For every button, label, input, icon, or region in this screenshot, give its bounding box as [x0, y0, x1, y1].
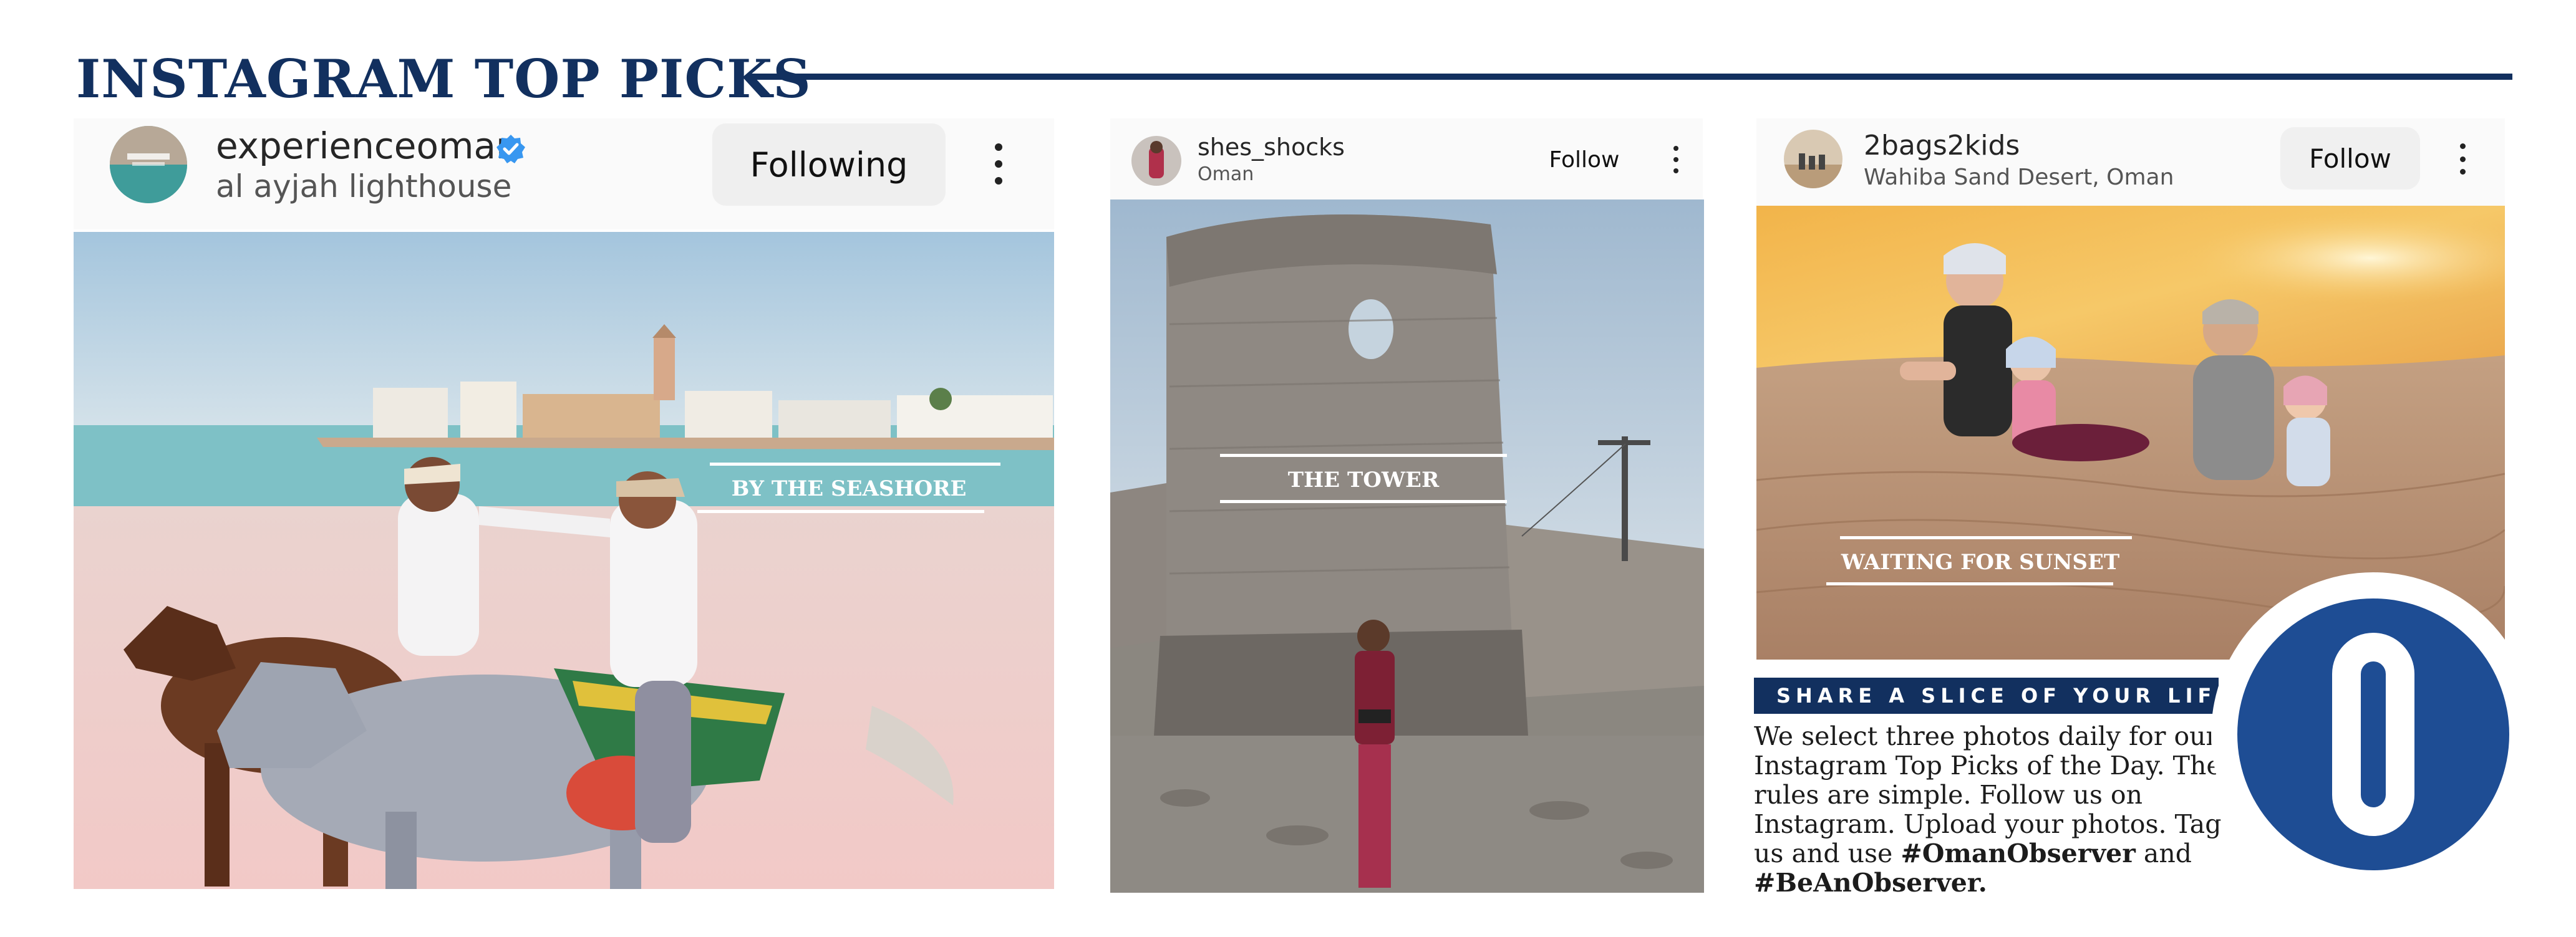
- post-2-follow-button[interactable]: Follow: [1541, 141, 1628, 178]
- post-2-avatar-image: [1131, 136, 1181, 186]
- caption-rule: [1220, 500, 1507, 503]
- post-2-header: shes_shocks Oman Follow: [1110, 118, 1703, 199]
- post-1-header: experienceoman al ayjah lighthouse Follo…: [74, 118, 1054, 229]
- share-body-text: We select three photos daily for our Ins…: [1754, 722, 2240, 898]
- post-3-location[interactable]: Wahiba Sand Desert, Oman: [1864, 165, 2174, 190]
- post-1-caption: BY THE SEASHORE: [697, 454, 1000, 522]
- post-2-photo[interactable]: [1110, 199, 1704, 893]
- hashtag-omanobserver[interactable]: #OmanObserver: [1901, 838, 2136, 868]
- caption-rule: [710, 463, 1000, 466]
- more-options-icon[interactable]: [1672, 146, 1680, 173]
- post-2-avatar[interactable]: [1131, 136, 1181, 186]
- share-text-2: and: [2143, 838, 2192, 868]
- more-options-icon[interactable]: [992, 143, 1005, 185]
- post-1-avatar-image: [110, 126, 187, 203]
- share-banner: SHARE A SLICE OF YOUR LIFE: [1754, 678, 2230, 714]
- logo-letter-o: [2332, 633, 2414, 836]
- hashtag-beanobserver[interactable]: #BeAnObserver.: [1754, 868, 1987, 898]
- post-3-username[interactable]: 2bags2kids: [1864, 130, 2020, 161]
- caption-rule: [1826, 582, 2113, 585]
- post-2-caption-text: THE TOWER: [1287, 468, 1440, 493]
- post-1-caption-text: BY THE SEASHORE: [731, 476, 967, 501]
- verified-badge-icon: [495, 133, 526, 165]
- post-3-follow-button[interactable]: Follow: [2280, 127, 2420, 190]
- post-3-avatar-image: [1784, 130, 1842, 188]
- post-1-location[interactable]: al ayjah lighthouse: [216, 168, 511, 204]
- observer-logo: [2211, 572, 2535, 896]
- section-title: INSTAGRAM TOP PICKS: [76, 48, 811, 110]
- post-2-caption: THE TOWER: [1218, 448, 1509, 516]
- post-2-photo-image: [1110, 199, 1704, 893]
- caption-rule: [697, 510, 984, 513]
- post-1-photo[interactable]: [74, 232, 1054, 889]
- caption-rule: [1840, 536, 2132, 539]
- post-3-header: 2bags2kids Wahiba Sand Desert, Oman Foll…: [1756, 118, 2505, 206]
- post-3-avatar[interactable]: [1784, 130, 1842, 188]
- title-rule: [747, 74, 2512, 80]
- caption-rule: [1220, 454, 1507, 457]
- post-1-username[interactable]: experienceoman: [216, 125, 519, 167]
- post-3-caption-text: WAITING FOR SUNSET: [1841, 550, 2120, 575]
- more-options-icon[interactable]: [2457, 143, 2467, 175]
- post-1-following-button[interactable]: Following: [712, 123, 946, 206]
- post-1-photo-image: [74, 232, 1054, 889]
- post-3-caption: WAITING FOR SUNSET: [1826, 530, 2134, 598]
- post-2-username[interactable]: shes_shocks: [1198, 133, 1345, 161]
- post-1-avatar[interactable]: [110, 126, 187, 203]
- observer-logo-icon: [2237, 598, 2509, 870]
- post-2-location[interactable]: Oman: [1198, 163, 1254, 185]
